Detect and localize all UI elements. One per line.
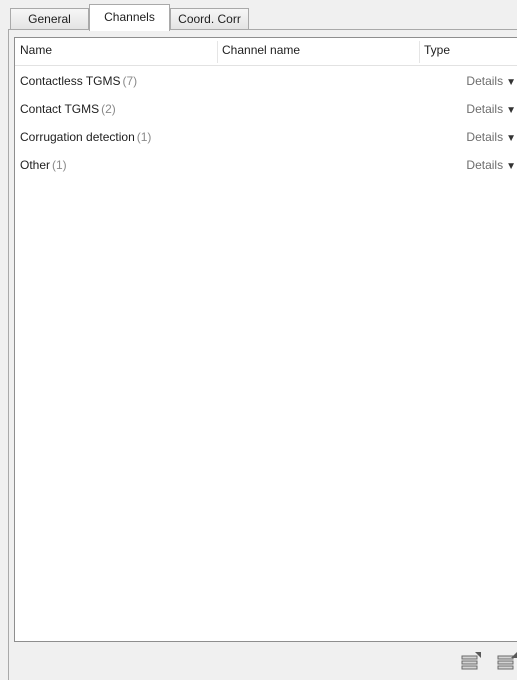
details-toggle[interactable]: Details ▼ [466, 155, 516, 177]
list-expand-icon[interactable] [461, 651, 483, 673]
column-separator[interactable] [419, 41, 420, 63]
triangle-down-icon: ▼ [506, 133, 516, 144]
list-item[interactable]: Other (1) Details ▼ [15, 155, 517, 183]
list-collapse-icon[interactable] [497, 651, 517, 673]
details-label: Details [466, 158, 504, 172]
triangle-down-icon: ▼ [506, 77, 516, 88]
column-header-channel-name[interactable]: Channel name [222, 38, 300, 65]
list-item[interactable]: Contact TGMS (2) Details ▼ [15, 99, 517, 127]
group-name: Other [20, 158, 51, 172]
channels-panel: Name Channel name Type Contactless TGMS(… [8, 30, 517, 680]
tab-channels[interactable]: Channels [89, 4, 170, 31]
group-count: (1) [52, 158, 67, 172]
tab-coord-corr[interactable]: Coord. Corr [170, 8, 249, 29]
triangle-down-icon: ▼ [506, 105, 516, 116]
group-count: (7) [122, 74, 138, 88]
details-toggle[interactable]: Details ▼ [466, 71, 516, 93]
list-item[interactable]: Contactless TGMS (7) Details ▼ [15, 71, 517, 99]
details-toggle[interactable]: Details ▼ [466, 127, 516, 149]
details-label: Details [466, 74, 504, 88]
tab-strip: General Channels Coord. Corr [0, 0, 517, 31]
list-item[interactable]: Corrugation detection (1) Details ▼ [15, 127, 517, 155]
triangle-down-icon: ▼ [506, 161, 516, 172]
group-count: (2) [101, 102, 116, 116]
channels-list[interactable]: Name Channel name Type Contactless TGMS(… [14, 37, 517, 642]
group-name-cell: Contactless TGMS (7) [20, 71, 137, 91]
group-rows: Contactless TGMS (7) Details ▼ Contact TGM… [15, 71, 517, 183]
group-name: Contact TGMS [20, 102, 100, 116]
group-name-cell: Contact TGMS (2) [20, 99, 116, 119]
details-label: Details [466, 130, 504, 144]
details-toggle[interactable]: Details ▼ [466, 99, 516, 121]
details-label: Details [466, 102, 504, 116]
group-count: (1) [136, 130, 152, 144]
column-header-name[interactable]: Name [20, 38, 52, 65]
tab-general-label: General [28, 12, 71, 26]
list-header: Name Channel name Type [15, 38, 517, 66]
column-separator[interactable] [217, 41, 218, 63]
tab-coord-corr-label: Coord. Corr [178, 12, 241, 26]
group-name: Contactless TGMS [20, 74, 121, 88]
column-header-type[interactable]: Type [424, 38, 450, 65]
group-name-cell: Corrugation detection (1) [20, 127, 151, 147]
group-name: Corrugation detection [20, 130, 135, 144]
tab-channels-label: Channels [104, 10, 155, 24]
tab-general[interactable]: General [10, 8, 89, 29]
group-name-cell: Other (1) [20, 155, 67, 175]
